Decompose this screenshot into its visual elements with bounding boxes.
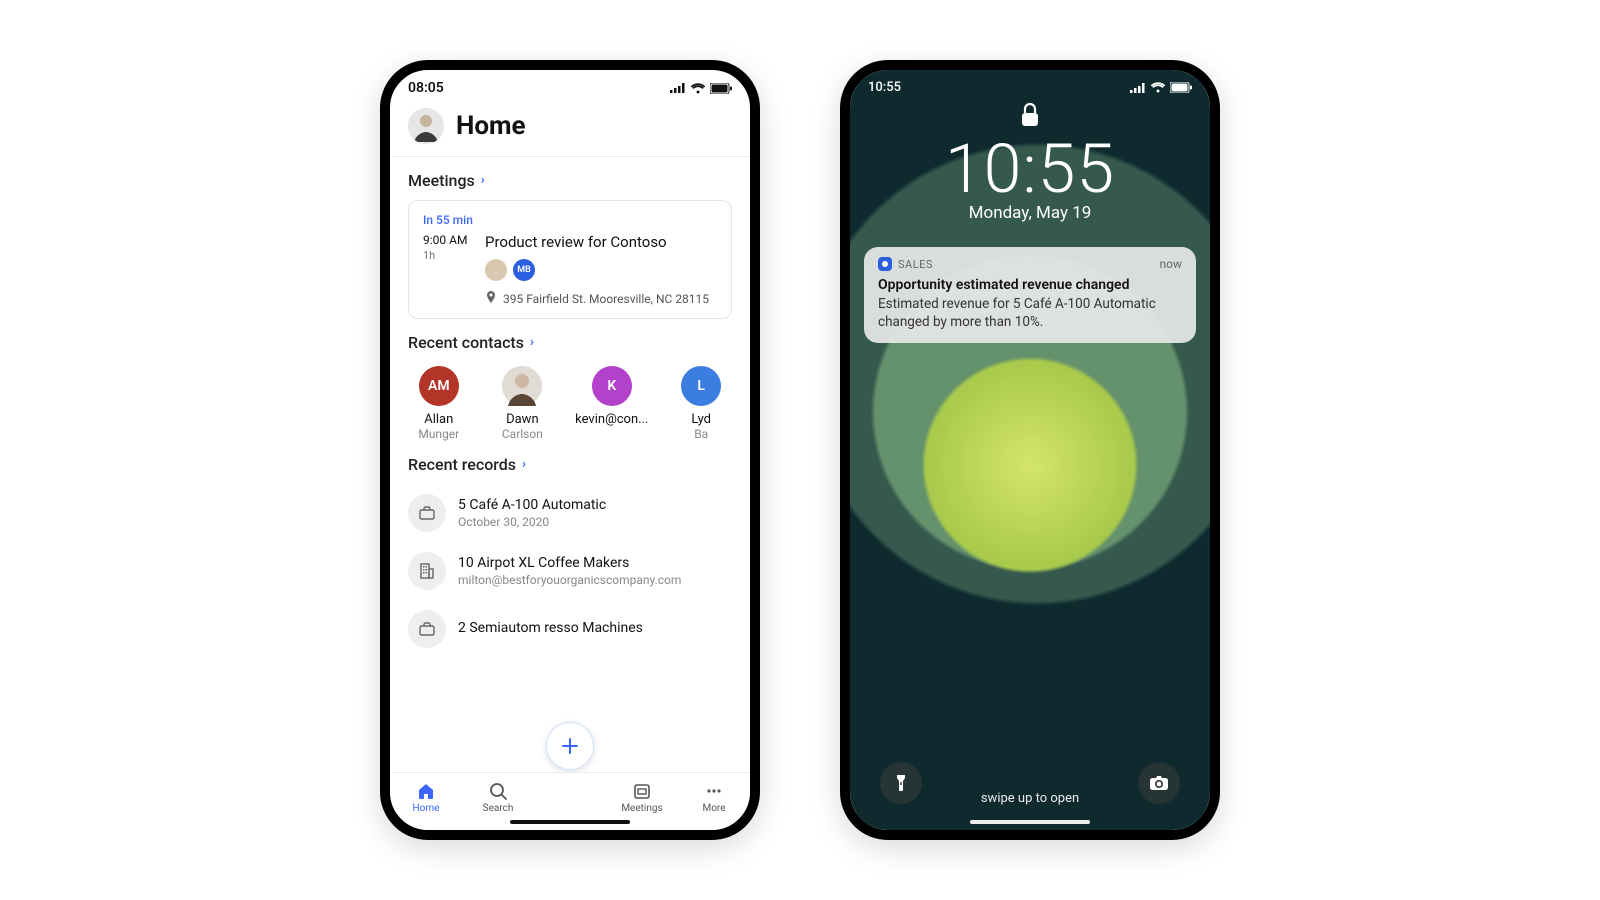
- tab-more[interactable]: More: [684, 781, 744, 814]
- status-icons: [1130, 82, 1192, 93]
- record-sub: milton@bestforyouorganicscompany.com: [458, 573, 681, 587]
- contact-sub: Ba: [670, 427, 732, 441]
- page-title: Home: [456, 111, 526, 141]
- contact-avatar: AM: [419, 366, 459, 406]
- flashlight-icon: [892, 773, 910, 793]
- meetings-heading: Meetings: [408, 171, 475, 190]
- meeting-card[interactable]: In 55 min 9:00 AM 1h Product review for …: [408, 200, 732, 319]
- contact-name: Dawn: [492, 412, 554, 427]
- notification-time: now: [1160, 257, 1183, 271]
- briefcase-icon: [408, 494, 446, 532]
- meeting-title: Product review for Contoso: [485, 233, 717, 251]
- contact-item[interactable]: L Lyd Ba: [670, 366, 732, 441]
- contact-sub: Munger: [408, 427, 470, 441]
- meeting-location: 395 Fairfield St. Mooresville, NC 28115: [485, 291, 717, 306]
- record-item[interactable]: 2 Semiautom resso Machines: [408, 600, 732, 658]
- contacts-heading: Recent contacts: [408, 333, 524, 352]
- contacts-row: AM Allan Munger Dawn Carlson K kevin@con…: [408, 366, 732, 441]
- contact-name: kevin@con...: [575, 412, 648, 427]
- wifi-icon: [690, 83, 706, 94]
- meetings-heading-row[interactable]: Meetings ›: [408, 171, 732, 190]
- building-icon: [408, 552, 446, 590]
- contact-avatar: K: [592, 366, 632, 406]
- tab-search[interactable]: Search: [468, 781, 528, 814]
- contact-item[interactable]: Dawn Carlson: [492, 366, 554, 441]
- home-indicator[interactable]: [510, 820, 630, 824]
- record-title: 10 Airpot XL Coffee Makers: [458, 555, 681, 571]
- meeting-time-col: 9:00 AM 1h: [423, 233, 475, 306]
- chevron-right-icon: ›: [522, 457, 526, 472]
- contact-sub: Carlson: [492, 427, 554, 441]
- cellular-icon: [670, 83, 686, 93]
- notification-app-name: SALES: [898, 258, 933, 271]
- add-button[interactable]: [546, 722, 594, 770]
- notification-title: Opportunity estimated revenue changed: [878, 277, 1182, 293]
- profile-avatar[interactable]: [408, 108, 444, 144]
- lockscreen-date: Monday, May 19: [850, 203, 1210, 223]
- app-header: Home: [390, 100, 750, 157]
- meeting-address: 395 Fairfield St. Mooresville, NC 28115: [503, 292, 709, 306]
- swipe-hint: swipe up to open: [850, 791, 1210, 806]
- search-icon: [468, 781, 528, 801]
- meetings-section: Meetings › In 55 min 9:00 AM 1h Product …: [390, 157, 750, 319]
- more-icon: [684, 781, 744, 801]
- lockscreen-clock: 10:55: [850, 129, 1210, 209]
- contacts-heading-row[interactable]: Recent contacts ›: [408, 333, 732, 352]
- contact-avatar: [502, 366, 542, 406]
- home-icon: [396, 781, 456, 801]
- tab-home[interactable]: Home: [396, 781, 456, 814]
- tab-meetings[interactable]: Meetings: [612, 781, 672, 814]
- contact-item[interactable]: K kevin@con...: [575, 366, 648, 441]
- wifi-icon: [1150, 82, 1166, 93]
- app-phone: 08:05 Home Meetings › In 55 min 9:00 AM …: [380, 60, 760, 840]
- record-title: 5 Café A-100 Automatic: [458, 497, 606, 513]
- contact-name: Allan: [408, 412, 470, 427]
- notification-app: SALES: [878, 257, 933, 271]
- battery-icon: [710, 83, 732, 94]
- calendar-icon: [612, 781, 672, 801]
- meeting-duration: 1h: [423, 249, 475, 262]
- record-item[interactable]: 10 Airpot XL Coffee Makers milton@bestfo…: [408, 542, 732, 600]
- notification-card[interactable]: SALES now Opportunity estimated revenue …: [864, 247, 1196, 343]
- chevron-right-icon: ›: [530, 335, 534, 350]
- meeting-relative-time: In 55 min: [423, 213, 717, 227]
- contacts-section: Recent contacts › AM Allan Munger Dawn C…: [390, 319, 750, 441]
- record-item[interactable]: 5 Café A-100 Automatic October 30, 2020: [408, 484, 732, 542]
- records-heading-row[interactable]: Recent records ›: [408, 455, 732, 474]
- camera-icon: [1149, 775, 1169, 791]
- status-bar: 10:55: [850, 70, 1210, 95]
- meeting-start-time: 9:00 AM: [423, 233, 475, 247]
- notification-body: Estimated revenue for 5 Café A-100 Autom…: [878, 295, 1182, 331]
- meeting-attendees: MB: [485, 259, 717, 281]
- records-section: Recent records › 5 Café A-100 Automatic …: [390, 441, 750, 658]
- contact-avatar: L: [681, 366, 721, 406]
- tab-label: Search: [468, 803, 528, 814]
- chevron-right-icon: ›: [481, 173, 485, 188]
- app-icon: [878, 257, 892, 271]
- lockscreen-phone: 10:55 10:55 Monday, May 19 SALES now Opp…: [840, 60, 1220, 840]
- status-time: 08:05: [408, 80, 444, 96]
- briefcase-icon: [408, 610, 446, 648]
- tab-label: More: [684, 803, 744, 814]
- tab-label: Home: [396, 803, 456, 814]
- contact-name: Lyd: [670, 412, 732, 427]
- tab-label: Meetings: [612, 803, 672, 814]
- contact-item[interactable]: AM Allan Munger: [408, 366, 470, 441]
- records-heading: Recent records: [408, 455, 516, 474]
- status-time: 10:55: [868, 80, 901, 95]
- status-bar: 08:05: [390, 70, 750, 100]
- location-pin-icon: [485, 291, 497, 306]
- attendee-badge: MB: [513, 259, 535, 281]
- record-title: 2 Semiautom resso Machines: [458, 620, 643, 636]
- records-list: 5 Café A-100 Automatic October 30, 2020 …: [408, 484, 732, 658]
- record-sub: October 30, 2020: [458, 515, 606, 529]
- plus-icon: [559, 735, 581, 757]
- status-icons: [670, 83, 732, 94]
- cellular-icon: [1130, 83, 1146, 93]
- attendee-avatar: [485, 259, 507, 281]
- home-indicator[interactable]: [970, 820, 1090, 824]
- battery-icon: [1170, 82, 1192, 93]
